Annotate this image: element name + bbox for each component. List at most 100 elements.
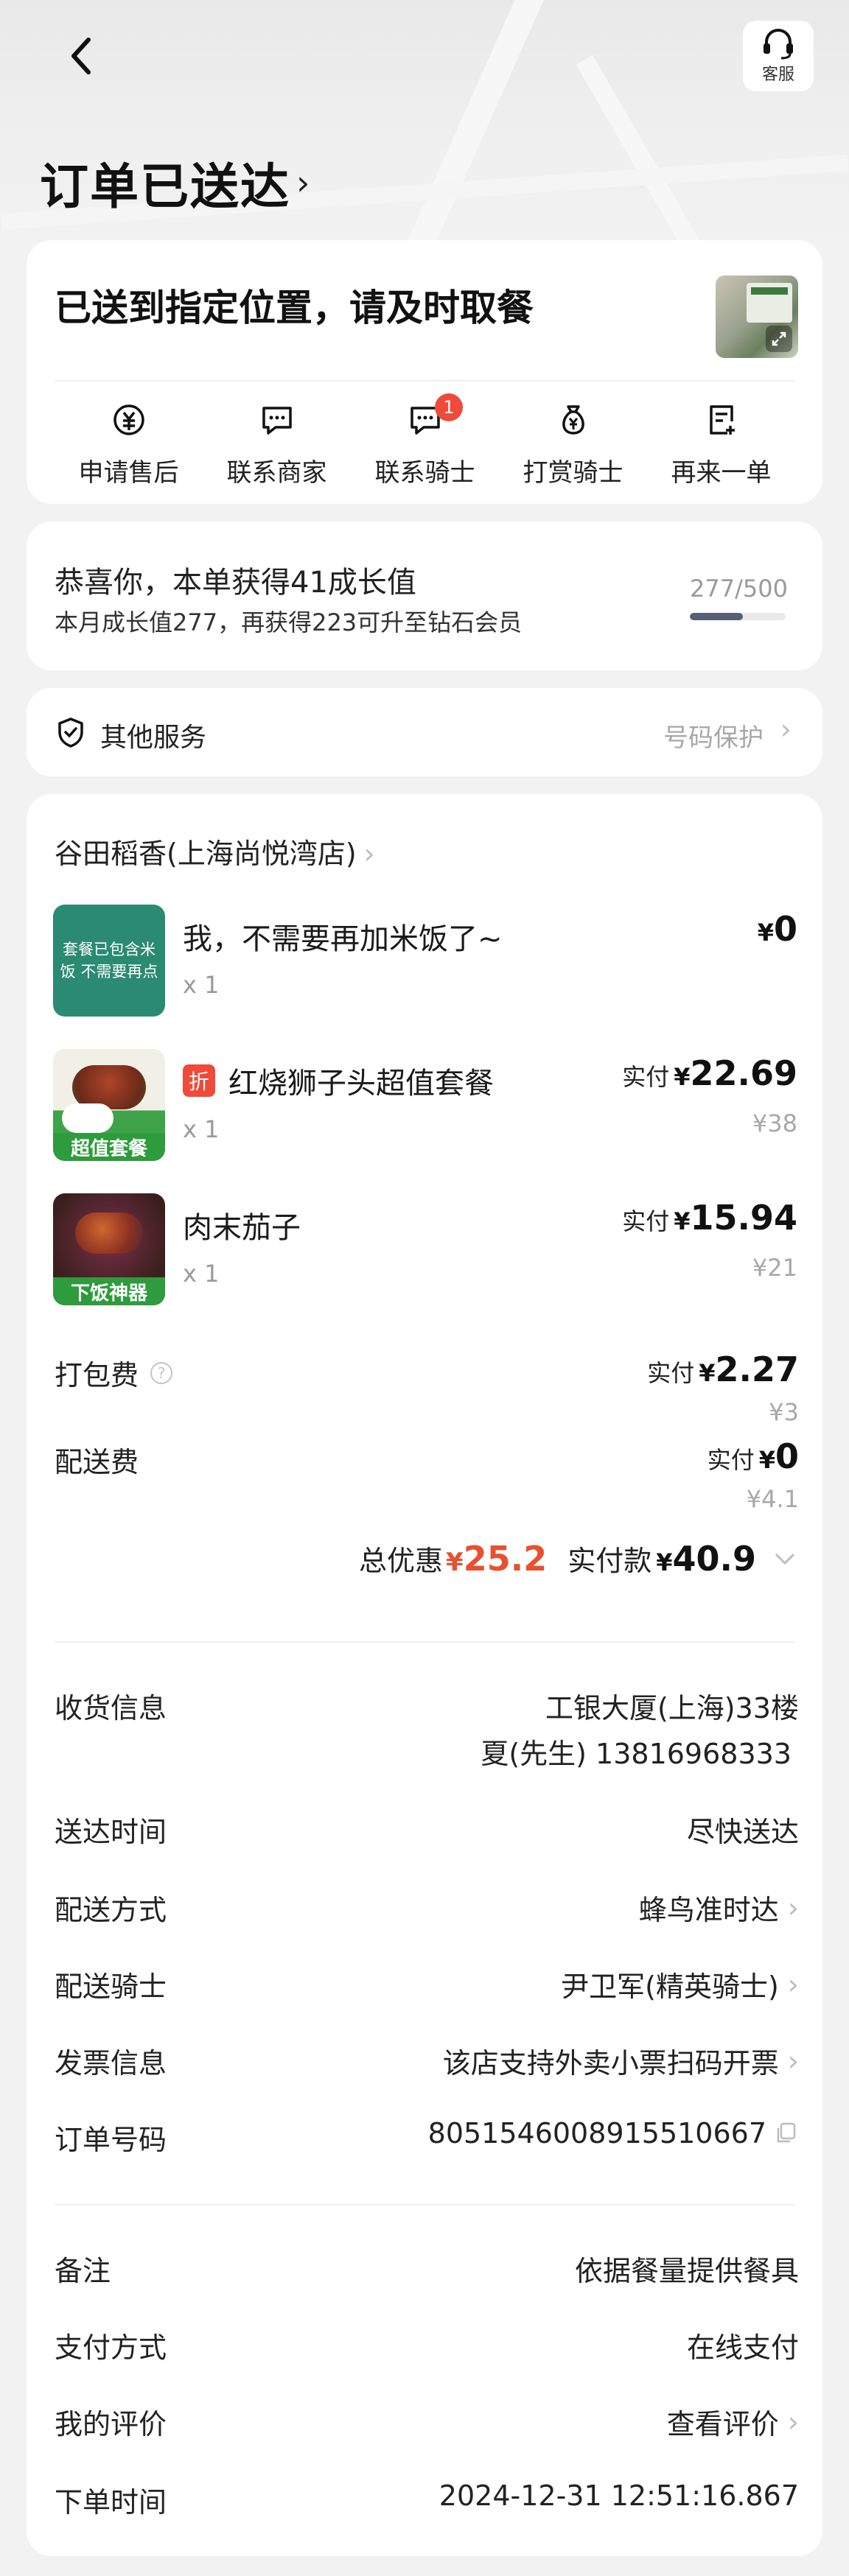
currency-symbol: ¥: [758, 1446, 775, 1474]
item-name-text: 红烧狮子头超值套餐: [228, 1067, 494, 1101]
order-time-value: 2024-12-31 12:51:16.867: [439, 2480, 799, 2512]
delivered-message: 已送到指定位置，请及时取餐: [55, 287, 534, 329]
top-bar: 客服: [0, 0, 849, 118]
reorder-button[interactable]: 再来一单: [647, 401, 795, 488]
invoice-value: 该店支持外卖小票扫码开票: [442, 2047, 779, 2080]
chevron-right-icon: ›: [787, 1968, 799, 2001]
contact-rider-button[interactable]: 1 联系骑士: [351, 393, 499, 488]
review-row[interactable]: 我的评价 查看评价 ›: [55, 2401, 799, 2449]
delivery-method-value: 蜂鸟准时达: [638, 1894, 779, 1926]
paid-label: 实付: [622, 1207, 670, 1235]
item-price: ¥ 0: [758, 909, 797, 949]
packing-fee-row: 打包费? 实付 ¥ 2.27 ¥3: [55, 1345, 799, 1426]
delivery-photo[interactable]: [716, 276, 798, 358]
other-services-label: 其他服务: [100, 723, 207, 753]
invoice-row[interactable]: 发票信息 该店支持外卖小票扫码开票 ›: [55, 2040, 799, 2088]
action-bar: 申请售后 联系商家 1 联系骑士 打赏骑士 再来一单: [27, 393, 822, 488]
delivery-status-card: 已送到指定位置，请及时取餐 申请售后 联系商家 1 联系骑士 打赏骑士 再来一单: [27, 240, 822, 504]
receiver-address: 工银大厦(上海)33楼: [545, 1692, 799, 1724]
growth-progress-fill: [690, 613, 744, 620]
original-price: ¥3: [769, 1398, 799, 1426]
chevron-right-icon: ›: [296, 163, 312, 203]
contact-merchant-label: 联系商家: [226, 458, 327, 488]
review-value: 查看评价: [666, 2408, 779, 2440]
total-discount-value: 25.2: [463, 1539, 548, 1579]
price-value: 22.69: [690, 1053, 797, 1093]
rider-value: 尹卫军(精英骑士): [561, 1970, 779, 2003]
payment-value: 在线支付: [686, 2331, 799, 2364]
help-icon[interactable]: ?: [150, 1361, 173, 1384]
original-price: ¥21: [752, 1254, 797, 1282]
item-image-tag: 下饭神器: [53, 1277, 165, 1305]
invoice-label: 发票信息: [55, 2047, 167, 2080]
currency-symbol: ¥: [674, 1207, 691, 1235]
total-discount-label: 总优惠: [359, 1545, 444, 1577]
payment-label: 支付方式: [55, 2331, 167, 2364]
growth-submessage: 本月成长值277，再获得223可升至钻石会员: [55, 608, 523, 636]
item-name: 肉末茄子: [183, 1204, 301, 1246]
rider-label: 配送骑士: [55, 1970, 167, 2003]
payment-row: 支付方式 在线支付: [55, 2325, 799, 2372]
back-button[interactable]: [52, 27, 111, 85]
currency-symbol: ¥: [699, 1359, 716, 1387]
paid-label: 实付: [647, 1359, 695, 1387]
expand-icon: [766, 326, 792, 352]
chevron-right-icon: ›: [787, 1891, 799, 1924]
after-sale-icon: [113, 404, 144, 435]
contact-merchant-button[interactable]: 联系商家: [203, 401, 351, 488]
chevron-right-icon: ›: [787, 2405, 799, 2438]
order-status-title[interactable]: 订单已送达 ›: [40, 147, 311, 218]
rider-row[interactable]: 配送骑士 尹卫军(精英骑士) ›: [55, 1964, 799, 2011]
tip-rider-button[interactable]: 打赏骑士: [499, 401, 647, 488]
growth-progress-bar: [690, 613, 786, 620]
fee-label: 打包费: [55, 1359, 139, 1391]
delivery-method-label: 配送方式: [55, 1894, 167, 1926]
delivery-time-row: 送达时间 尽快送达: [55, 1809, 799, 1856]
remark-value: 依据餐量提供餐具: [574, 2255, 799, 2287]
delivery-method-row[interactable]: 配送方式 蜂鸟准时达 ›: [55, 1887, 799, 1934]
delivery-fee-row: 配送费 实付 ¥ 0 ¥4.1: [55, 1432, 799, 1513]
after-sale-label: 申请售后: [78, 458, 179, 488]
fee-price: 实付 ¥ 0: [708, 1436, 799, 1476]
growth-progress-text: 277/500: [690, 575, 788, 603]
remark-row: 备注 依据餐量提供餐具: [55, 2248, 799, 2295]
chevron-right-icon: ›: [363, 838, 375, 870]
status-text: 订单已送达: [40, 158, 290, 215]
order-number-row: 订单号码 8051546008915510667: [55, 2117, 799, 2164]
order-total-row[interactable]: 总优惠 ¥ 25.2 实付款 ¥ 40.9: [359, 1538, 797, 1579]
shop-name-link[interactable]: 谷田稻香(上海尚悦湾店) ›: [55, 831, 375, 871]
item-image-tag: 超值套餐: [53, 1133, 165, 1161]
contact-rider-label: 联系骑士: [374, 458, 475, 488]
divider: [55, 2204, 794, 2205]
item-price: 实付 ¥ 15.94: [622, 1198, 797, 1238]
total-paid-value: 40.9: [672, 1539, 757, 1579]
item-image-text: 套餐已包含米饭 不需要再点: [60, 941, 158, 980]
other-services-row[interactable]: 其他服务 号码保护 ›: [27, 688, 822, 776]
after-sale-button[interactable]: 申请售后: [55, 401, 203, 488]
order-item: 套餐已包含米饭 不需要再点 我，不需要再加米饭了~ x 1 ¥ 0: [53, 905, 797, 1017]
item-image: 套餐已包含米饭 不需要再点: [53, 905, 165, 1017]
growth-card[interactable]: 恭喜你，本单获得41成长值 本月成长值277，再获得223可升至钻石会员 277…: [27, 522, 822, 670]
customer-service-button[interactable]: 客服: [743, 21, 814, 91]
original-price: ¥4.1: [746, 1485, 799, 1513]
item-name: 折 红烧狮子头超值套餐: [183, 1059, 494, 1102]
item-price: 实付 ¥ 22.69: [622, 1053, 797, 1093]
receiver-info-row: 收货信息 工银大厦(上海)33楼 夏(先生) 13816968333: [55, 1685, 799, 1774]
shield-check-icon: [58, 717, 83, 748]
total-paid-label: 实付款: [567, 1545, 652, 1577]
item-name-text: 我，不需要再加米饭了~: [183, 922, 503, 956]
order-detail-card: 谷田稻香(上海尚悦湾店) › 套餐已包含米饭 不需要再点 我，不需要再加米饭了~ …: [27, 794, 822, 2556]
divider: [55, 380, 794, 382]
price-value: 15.94: [690, 1198, 797, 1238]
tip-rider-label: 打赏骑士: [523, 458, 623, 488]
price-value: 0: [773, 909, 797, 949]
order-item: 下饭神器 肉末茄子 x 1 实付 ¥ 15.94 ¥21: [53, 1193, 797, 1305]
delivery-time-label: 送达时间: [55, 1816, 167, 1848]
fee-label: 配送费: [55, 1446, 139, 1478]
back-arrow-icon: [71, 38, 91, 74]
headset-icon: [764, 29, 793, 60]
order-item: 超值套餐 折 红烧狮子头超值套餐 x 1 实付 ¥ 22.69 ¥38: [53, 1049, 797, 1161]
copy-icon[interactable]: [774, 2121, 799, 2146]
item-name: 我，不需要再加米饭了~: [183, 915, 503, 958]
tip-bag-icon: [562, 405, 584, 435]
